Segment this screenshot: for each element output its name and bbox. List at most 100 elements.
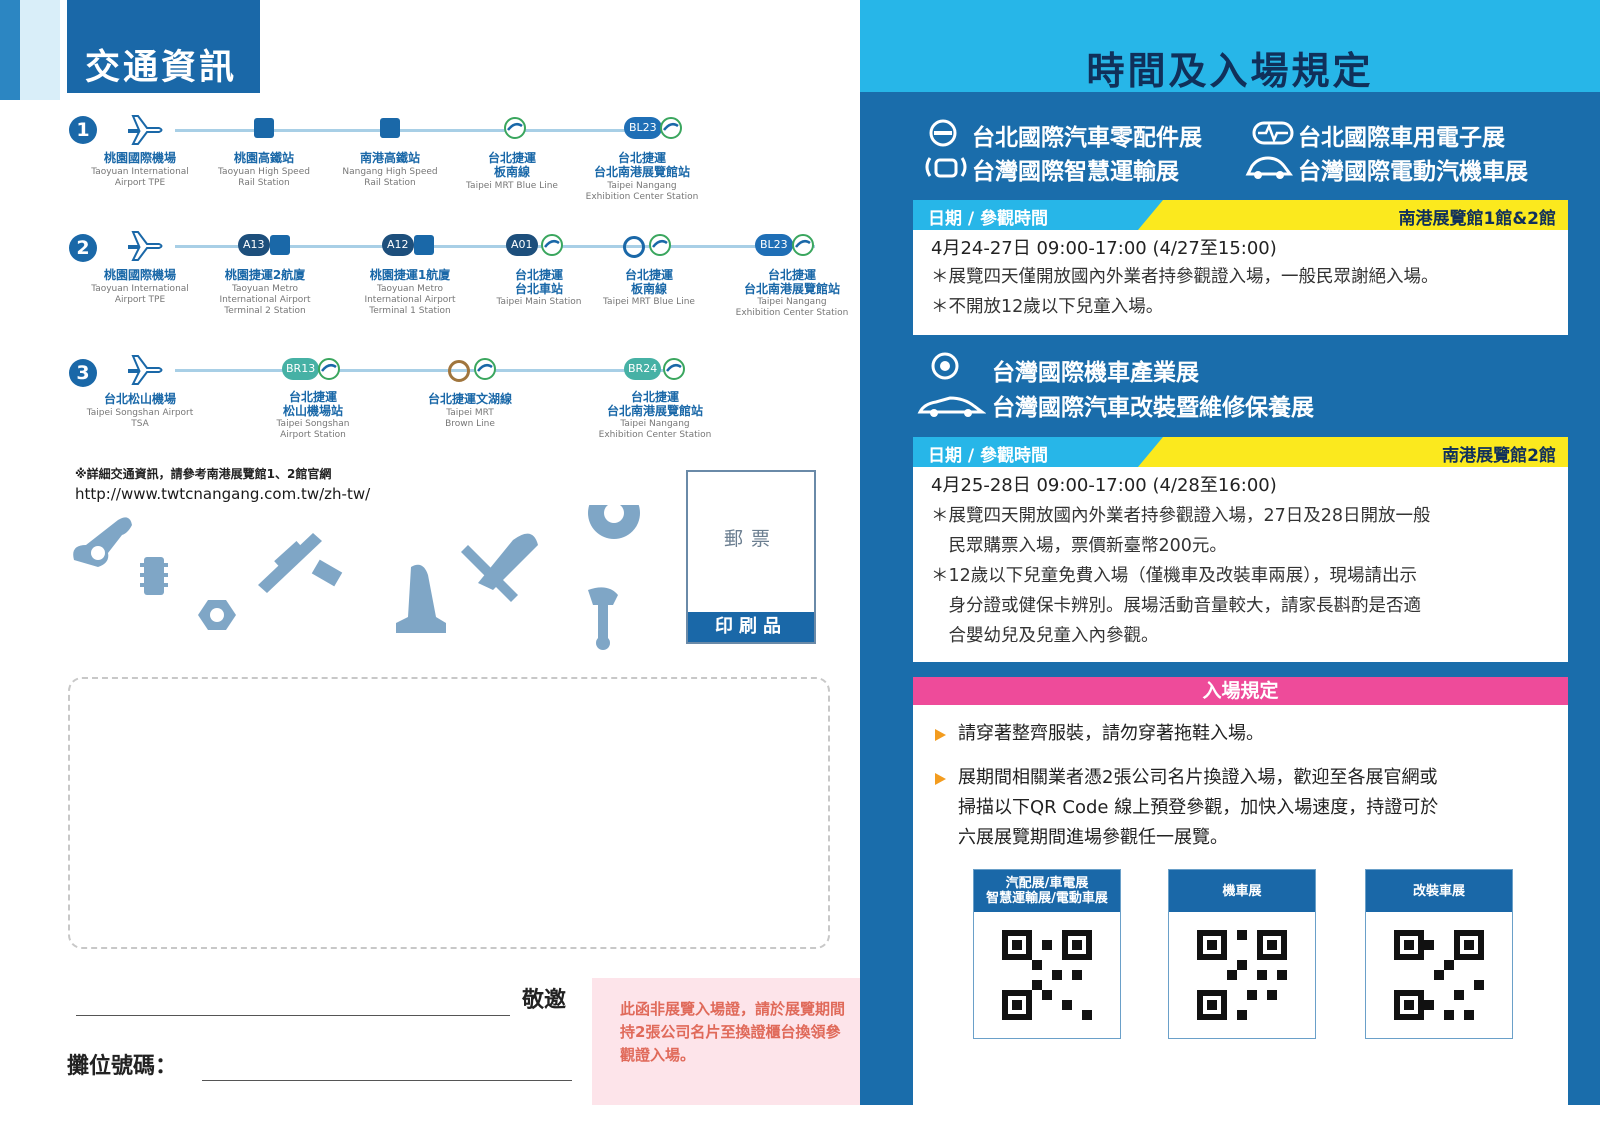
stop-name-en: Taoyuan Metro International Airport Term… xyxy=(219,284,311,316)
taipei-metro-logo-icon xyxy=(504,117,526,139)
entry-rule-line: 六展展覽期間進場參觀任一展覽。 xyxy=(958,827,1228,848)
qr-card-modified-car[interactable]: 改裝車展 xyxy=(1365,869,1513,1039)
stop-name: 桃園國際機場 xyxy=(103,268,176,282)
signature-line xyxy=(76,1015,510,1016)
show-name: 台灣國際電動汽機車展 xyxy=(1298,159,1528,185)
motorcycle-wheel-icon xyxy=(931,352,959,380)
route-number: 2 xyxy=(69,234,97,262)
stop-name: 台北捷運 台北車站 xyxy=(514,268,563,296)
schedule-card-halls-1-2: 日期 / 參觀時間 南港展覽館1館&2館 4月24-27日 09:00-17:0… xyxy=(913,200,1568,335)
rule-line: ＊12歲以下兒童免費入場（僅機車及改裝車兩展），現場請出示 xyxy=(931,566,1418,586)
entry-rule-line: 請穿著整齊服裝，請勿穿著拖鞋入場。 xyxy=(958,723,1264,744)
stop-name: 桃園捷運2航廈 xyxy=(224,268,306,282)
show-name: 台灣國際汽車改裝暨維修保養展 xyxy=(992,395,1314,421)
bullet-triangle-icon xyxy=(935,773,946,785)
schedule-header: 日期 / 參觀時間 南港展覽館2館 xyxy=(913,437,1568,467)
rule-line: ＊展覽四天僅開放國內外業者持參觀證入場，一般民眾謝絕入場。 xyxy=(931,267,1439,287)
transport-title: 交通資訊 xyxy=(85,48,238,88)
stop-name: 台北捷運 松山機場站 xyxy=(282,390,343,418)
route-line xyxy=(175,129,675,132)
rule-line: 民眾購票入場，票價新臺幣200元。 xyxy=(931,536,1227,556)
blue-line-ring-icon xyxy=(623,236,645,258)
electronics-pulse-icon xyxy=(1252,121,1294,145)
qr-card-title: 機車展 xyxy=(1169,870,1315,912)
taipei-metro-logo-icon xyxy=(474,358,496,380)
show-name: 台灣國際機車產業展 xyxy=(992,360,1199,386)
entry-rule-line: 展期間相關業者憑2張公司名片換證入場，歡迎至各展官網或 xyxy=(958,767,1438,788)
airport-metro-icon xyxy=(414,235,434,255)
stop-name-en: Taoyuan International Airport TPE xyxy=(91,284,189,305)
plane-icon xyxy=(128,231,163,261)
qr-code-icon[interactable] xyxy=(1394,930,1484,1020)
schedule-header-label: 日期 / 參觀時間 xyxy=(928,446,1049,466)
entry-rules-header: 入場規定 xyxy=(913,677,1568,705)
rule-line: ＊展覽四天開放國內外業者持參觀證入場，27日及28日開放一般 xyxy=(931,506,1431,526)
taipei-metro-logo-icon xyxy=(649,234,671,256)
bullet-triangle-icon xyxy=(935,729,946,741)
entry-rules-card: 入場規定 請穿著整齊服裝，請勿穿著拖鞋入場。 展期間相關業者憑2張公司名片換證入… xyxy=(913,677,1568,1105)
transport-note: ※詳細交通資訊，請參考南港展覽館1、2館官網 xyxy=(75,467,332,481)
address-box xyxy=(68,677,830,949)
stop-name: 台北捷運 台北南港展覽館站 xyxy=(593,151,690,179)
qr-card-title: 改裝車展 xyxy=(1366,870,1512,912)
stop-name-en: Taipei Nangang Exhibition Center Station xyxy=(598,419,712,440)
rule-line: 合嬰幼兒及兒童入內參觀。 xyxy=(931,626,1159,646)
stop-name: 桃園高鐵站 xyxy=(233,151,294,165)
stop-name-en: Taipei MRT Blue Line xyxy=(603,297,695,307)
stop-name: 台北捷運 板南線 xyxy=(624,268,673,296)
opening-hours: 4月25-28日 09:00-17:00 (4/28至16:00) xyxy=(931,475,1277,496)
rules-title: 時間及入場規定 xyxy=(1086,49,1374,93)
stop-name-en: Taipei Songshan Airport TSA xyxy=(86,408,194,429)
taipei-metro-logo-icon xyxy=(318,358,340,380)
station-badge: A01 xyxy=(506,234,538,256)
stop-name: 台北捷運文湖線 xyxy=(427,392,512,406)
stop-name-en: Taipei Nangang Exhibition Center Station xyxy=(585,181,699,202)
show-name: 台北國際汽車零配件展 xyxy=(972,125,1202,151)
invitation-notice-box: 此函非展覽入場證，請於展覽期間持2張公司名片至換證櫃台換領參觀證入場。 xyxy=(592,978,860,1105)
stop-name-en: Taoyuan Metro International Airport Term… xyxy=(364,284,456,316)
stamp-label: 郵票 xyxy=(723,528,778,550)
rule-line: 身分證或健保卡辨別。展場活動音量較大，請家長斟酌是否適 xyxy=(931,596,1421,616)
qr-code-icon[interactable] xyxy=(1002,930,1092,1020)
qr-card-title: 汽配展/車電展 智慧運輸展/電動車展 xyxy=(974,870,1120,912)
stop-name-en: Taipei Main Station xyxy=(496,297,582,307)
rule-line: ＊不開放12歲以下兒童入場。 xyxy=(931,297,1164,317)
stop-name: 台北捷運 板南線 xyxy=(487,151,536,179)
stop-name-en: Taipei Songshan Airport Station xyxy=(276,419,350,440)
route-number: 1 xyxy=(69,116,97,144)
steering-wheel-icon xyxy=(929,119,957,147)
stop-name: 南港高鐵站 xyxy=(359,151,420,165)
entry-rule-line: 掃描以下QR Code 線上預登參觀，加快入場速度，持證可於 xyxy=(958,797,1439,818)
station-badge: BR13 xyxy=(282,358,320,380)
show-name: 台灣國際智慧運輸展 xyxy=(972,159,1179,185)
high-speed-rail-icon xyxy=(254,118,274,138)
schedule-header: 日期 / 參觀時間 南港展覽館1館&2館 xyxy=(913,200,1568,230)
station-badge: BL23 xyxy=(624,117,662,139)
venue-label: 南港展覽館2館 xyxy=(1442,446,1556,466)
electric-car-icon xyxy=(1245,156,1293,179)
stop-name-en: Taipei MRT Blue Line xyxy=(466,181,558,191)
stop-name-en: Taoyuan High Speed Rail Station xyxy=(218,167,310,188)
stop-name-en: Taipei MRT Brown Line xyxy=(445,408,495,429)
schedule-card-hall-2: 日期 / 參觀時間 南港展覽館2館 4月25-28日 09:00-17:00 (… xyxy=(913,437,1568,662)
route-line xyxy=(175,369,675,372)
invitation-notice: 此函非展覽入場證，請於展覽期間持2張公司名片至換證櫃台換領參觀證入場。 xyxy=(620,1000,846,1064)
station-badge: A12 xyxy=(382,234,414,256)
plane-icon xyxy=(128,355,163,385)
qr-code-icon[interactable] xyxy=(1197,930,1287,1020)
taipei-metro-logo-icon xyxy=(660,117,682,139)
station-badge: BR24 xyxy=(624,358,662,380)
qr-card-motorcycle[interactable]: 機車展 xyxy=(1168,869,1316,1039)
stop-name: 台北捷運 台北南港展覽館站 xyxy=(743,268,840,296)
qr-card-auto-parts[interactable]: 汽配展/車電展 智慧運輸展/電動車展 xyxy=(973,869,1121,1039)
venue-label: 南港展覽館1館&2館 xyxy=(1398,209,1556,229)
route-number: 3 xyxy=(69,359,97,387)
brown-line-ring-icon xyxy=(448,360,470,382)
show-name: 台北國際車用電子展 xyxy=(1298,125,1505,151)
corner-accent-light xyxy=(20,0,60,100)
stop-name-en: Taoyuan International Airport TPE xyxy=(91,167,189,188)
taipei-metro-logo-icon xyxy=(541,234,563,256)
venue-website-link[interactable]: http://www.twtcnangang.com.tw/zh-tw/ xyxy=(75,485,370,503)
high-speed-rail-icon xyxy=(380,118,400,138)
stop-name-en: Taipei Nangang Exhibition Center Station xyxy=(735,297,849,318)
